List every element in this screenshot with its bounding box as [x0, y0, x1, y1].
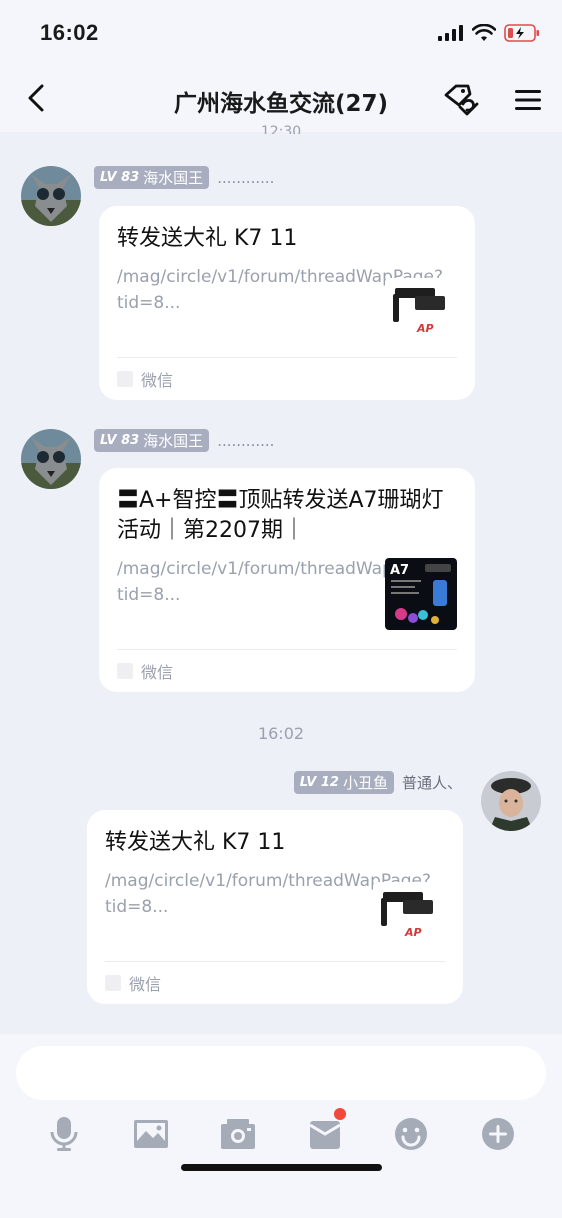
rank-title: 小丑鱼 — [342, 774, 388, 792]
card-link: /mag/circle/v1/forum/threadWapPage?tid=8… — [117, 267, 444, 313]
sender-nickname: 普通人、 — [401, 774, 462, 792]
microphone-icon — [50, 1117, 78, 1151]
card-body: /mag/circle/v1/forum/threadWapPage?tid=8… — [105, 868, 445, 954]
card-source: 微信 — [117, 357, 457, 400]
card-body: /mag/circle/v1/forum/threadWapPage?tid=8… — [117, 264, 457, 350]
emoji-icon — [395, 1118, 427, 1150]
input-toolbar — [0, 1108, 562, 1158]
sender-meta: LV 83 海水国王 ............ — [94, 429, 274, 452]
hamburger-menu-icon — [515, 90, 541, 110]
card-link: /mag/circle/v1/forum/threadWapPage?tid=8… — [117, 559, 444, 605]
battery-icon — [504, 24, 539, 42]
plus-icon — [482, 1118, 514, 1150]
image-icon — [134, 1120, 168, 1148]
wifi-icon — [472, 24, 496, 41]
group-tag-button[interactable] — [442, 80, 482, 120]
message-input[interactable] — [16, 1046, 546, 1100]
shared-link-card[interactable]: 转发送大礼 K7 11 /mag/circle/v1/forum/threadW… — [87, 810, 463, 1004]
user-avatar-icon — [481, 771, 541, 831]
dog-avatar-icon — [21, 429, 81, 489]
level-text: LV 12 — [299, 775, 339, 790]
red-packet-button[interactable] — [305, 1108, 346, 1154]
product-thumbnail: A7 — [385, 558, 457, 630]
tag-icon — [444, 84, 479, 116]
shared-link-card[interactable]: 〓A+智控〓顶贴转发送A7珊瑚灯活动｜第2207期｜ /mag/circle/v… — [99, 468, 475, 692]
status-time: 16:02 — [40, 20, 99, 45]
home-indicator[interactable] — [181, 1164, 382, 1171]
dog-avatar-icon — [21, 166, 81, 226]
card-link: /mag/circle/v1/forum/threadWapPage?tid=8… — [105, 871, 432, 917]
card-source: 微信 — [105, 961, 445, 1004]
sender-nickname: ............ — [217, 168, 275, 187]
level-badge: LV 83 海水国王 — [94, 429, 210, 452]
level-badge: LV 12 小丑鱼 — [293, 771, 394, 794]
wechat-icon — [105, 975, 121, 991]
avatar[interactable] — [21, 166, 81, 226]
thumbnail-label: A7 — [390, 563, 409, 578]
camera-button[interactable] — [218, 1114, 258, 1154]
status-icons — [438, 24, 540, 42]
notification-dot — [334, 1108, 346, 1120]
card-source: 微信 — [117, 649, 457, 692]
sender-meta: LV 12 小丑鱼 普通人、 — [293, 771, 462, 794]
level-badge: LV 83 海水国王 — [94, 166, 210, 189]
emoji-button[interactable] — [391, 1114, 431, 1154]
card-title: 转发送大礼 K7 11 — [117, 226, 298, 251]
menu-button[interactable] — [508, 80, 548, 120]
camera-icon — [221, 1119, 255, 1149]
red-packet-icon — [310, 1121, 340, 1149]
level-text: LV 83 — [100, 433, 140, 448]
wechat-icon — [117, 663, 133, 679]
card-body: /mag/circle/v1/forum/threadWapPage?tid=8… — [117, 556, 457, 630]
rank-title: 海水国王 — [143, 432, 204, 450]
svg-text:AP: AP — [416, 322, 434, 335]
chat-header: 广州海水鱼交流(27) — [0, 66, 562, 132]
previous-time-label: 12:30 — [260, 124, 302, 134]
card-title: 转发送大礼 K7 11 — [105, 830, 286, 855]
more-button[interactable] — [478, 1114, 518, 1154]
time-label: 16:02 — [257, 724, 305, 743]
product-thumbnail: AP — [373, 882, 445, 954]
voice-button[interactable] — [44, 1114, 84, 1154]
svg-text:AP: AP — [404, 926, 422, 939]
image-button[interactable] — [131, 1114, 171, 1154]
card-title: 〓A+智控〓顶贴转发送A7珊瑚灯活动｜第2207期｜ — [117, 488, 444, 543]
source-label: 微信 — [141, 663, 174, 682]
sender-nickname: ............ — [217, 431, 275, 450]
source-label: 微信 — [141, 371, 174, 390]
status-bar: 16:02 — [0, 0, 562, 66]
level-text: LV 83 — [100, 170, 140, 185]
input-area — [0, 1034, 562, 1218]
source-label: 微信 — [129, 975, 162, 994]
wechat-icon — [117, 371, 133, 387]
sender-meta: LV 83 海水国王 ............ — [94, 166, 274, 189]
avatar[interactable] — [481, 771, 541, 831]
rank-title: 海水国王 — [143, 169, 204, 187]
avatar[interactable] — [21, 429, 81, 489]
product-thumbnail: AP — [385, 278, 457, 350]
signal-icon — [438, 25, 463, 41]
shared-link-card[interactable]: 转发送大礼 K7 11 /mag/circle/v1/forum/threadW… — [99, 206, 475, 400]
